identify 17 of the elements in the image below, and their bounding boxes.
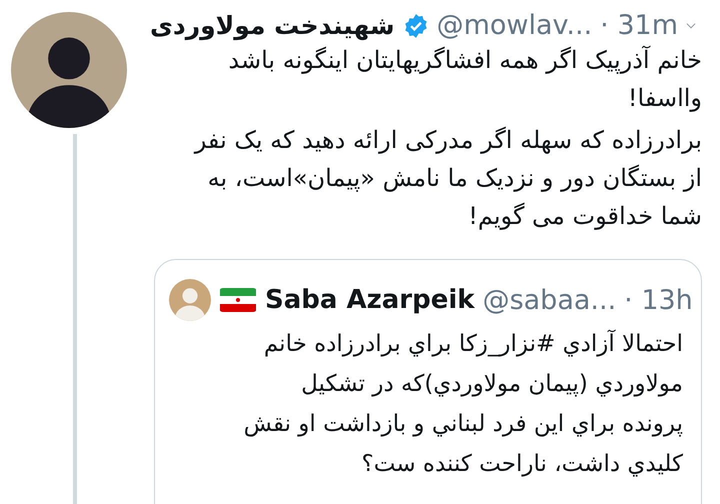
user-handle[interactable]: @sabaa... (482, 284, 616, 316)
tweet-text: خانم آذرپیک اگر همه افشاگریهایتان اینگونه باشد (228, 46, 702, 74)
display-name[interactable]: شهیندخت مولاوردی (150, 11, 395, 40)
tweet-text: شما خداقوت می گویم! (468, 202, 702, 230)
tweet-time[interactable]: · 13h (624, 284, 693, 316)
quoted-tweet-text: مولاوردي (پيمان مولاوردي)که در تشکيل (301, 371, 683, 397)
avatar (169, 279, 211, 321)
tweet-time[interactable]: · 31m (600, 10, 678, 41)
quoted-tweet-text: كليدي داشت، ناراحت كننده ست؟ (362, 451, 683, 477)
display-name[interactable]: Saba Azarpeik (265, 285, 475, 315)
tweet-text: از بستگان دور و نزدیک ما نامش «پیمان»است، به (208, 164, 702, 192)
tweet-text: برادرزاده که سهله اگر مدرکی ارائه دهید که یک نفر (194, 126, 702, 154)
user-handle[interactable]: @mowlav... (436, 10, 592, 41)
flag-icon (219, 288, 257, 312)
quoted-tweet-text: احتمالا آزادي #نزار_زكا براي برادرزاده خانم (264, 331, 683, 357)
tweet-text: وااسفا! (628, 84, 702, 112)
quoted-tweet-text: پرونده براي اين فرد لبناني و بازداشت او نقش (244, 411, 683, 437)
